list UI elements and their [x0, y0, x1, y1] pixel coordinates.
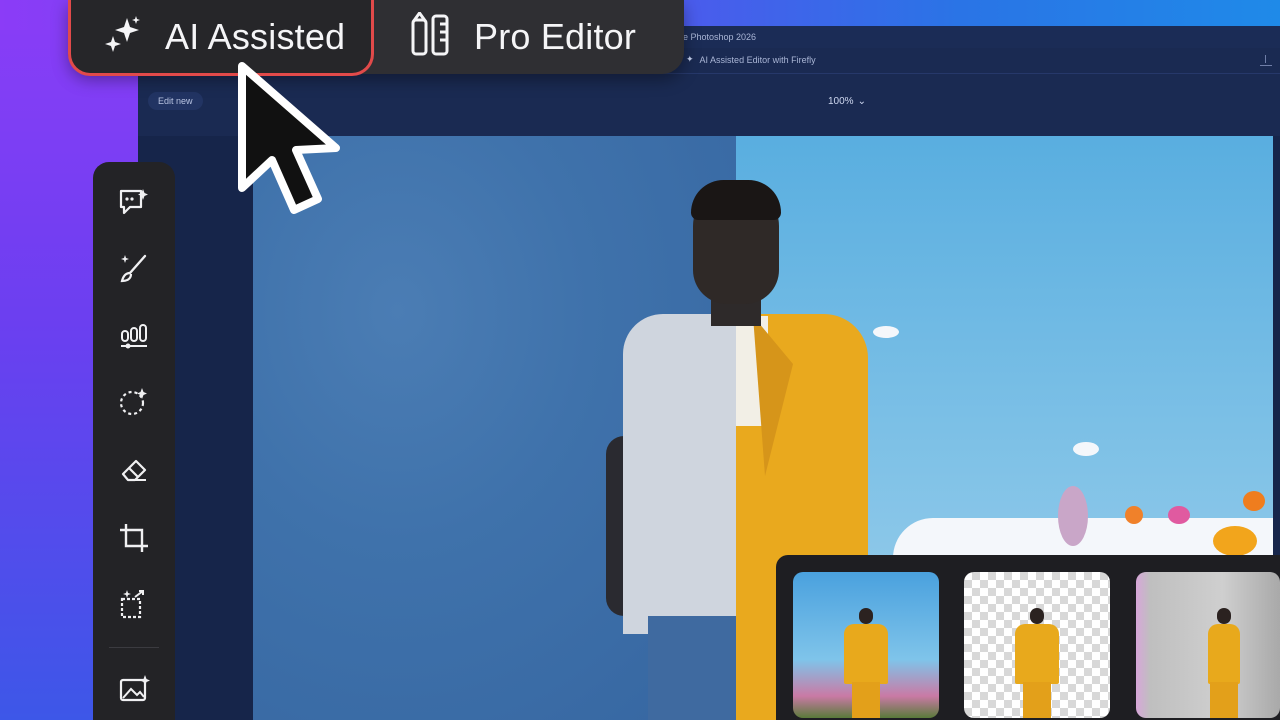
person-figure — [1011, 608, 1063, 718]
flower — [1058, 486, 1088, 546]
image-sparkle-icon[interactable] — [116, 672, 152, 708]
pro-editor-label: Pro Editor — [474, 16, 637, 57]
adjustments-icon[interactable] — [116, 318, 152, 354]
chevron-down-icon: ⌄ — [857, 96, 866, 107]
pencil-ruler-icon — [408, 9, 452, 63]
document-tab[interactable]: ✦ AI Assisted Editor with Firefly — [686, 54, 816, 65]
crop-icon[interactable] — [116, 520, 152, 556]
pro-editor-mode-button[interactable]: Pro Editor — [408, 0, 636, 74]
eraser-icon[interactable] — [116, 452, 152, 488]
expand-sparkle-icon[interactable] — [116, 586, 152, 622]
flower — [1125, 506, 1143, 524]
document-tab-label: AI Assisted Editor with Firefly — [699, 54, 816, 65]
flower — [1168, 506, 1190, 524]
variation-thumbnail-transparent[interactable] — [964, 572, 1110, 718]
edit-new-button[interactable]: Edit new — [148, 92, 203, 110]
sparkles-icon — [103, 14, 143, 59]
person-hair — [691, 180, 781, 220]
sparkle-icon: ✦ — [686, 54, 694, 64]
mouse-cursor-icon — [238, 62, 340, 214]
cloud — [1073, 442, 1099, 456]
brush-sparkle-icon[interactable] — [116, 250, 152, 286]
person-tshirt — [623, 314, 736, 634]
zoom-value: 100% — [828, 96, 854, 107]
toolbar-divider — [109, 647, 159, 648]
person-figure — [840, 608, 892, 718]
variation-thumbnail-flowers[interactable] — [793, 572, 939, 718]
zoom-dropdown[interactable]: 100% ⌄ — [828, 96, 866, 107]
tool-panel — [93, 162, 175, 720]
variation-thumbnail-studio[interactable] — [1136, 572, 1280, 718]
flower — [1243, 491, 1265, 511]
chat-sparkle-icon[interactable] — [116, 184, 152, 220]
select-sparkle-icon[interactable] — [116, 384, 152, 420]
variations-tray — [776, 555, 1280, 720]
download-icon[interactable] — [1260, 54, 1272, 66]
flower — [1213, 526, 1257, 556]
person-jeans — [648, 616, 736, 720]
cloud — [873, 326, 899, 338]
person-figure — [1198, 608, 1250, 718]
mode-switcher: AI Assisted Pro Editor — [68, 0, 684, 76]
ai-assisted-label: AI Assisted — [165, 15, 346, 57]
